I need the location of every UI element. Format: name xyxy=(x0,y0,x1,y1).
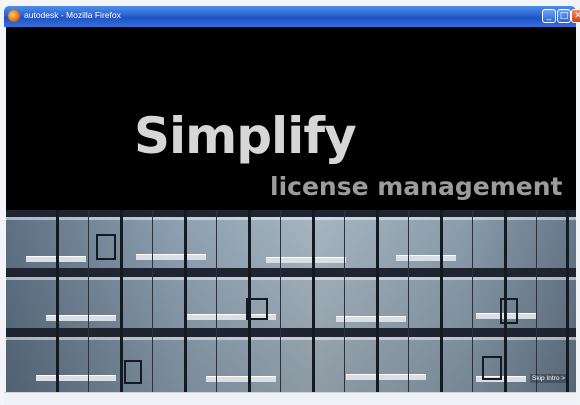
status-bar xyxy=(4,392,576,405)
maximize-button[interactable]: □ xyxy=(557,9,571,23)
hero-title: Simplify xyxy=(134,107,357,165)
window-title: autodesk - Mozilla Firefox xyxy=(24,10,121,20)
flash-intro[interactable]: Simplify license management xyxy=(6,27,576,392)
minimize-button[interactable]: _ xyxy=(542,9,556,23)
close-button[interactable]: ✕ xyxy=(571,9,580,23)
office-building-image xyxy=(6,210,576,392)
firefox-icon xyxy=(8,10,20,22)
browser-window: autodesk - Mozilla Firefox _ □ ✕ Simplif… xyxy=(0,0,580,405)
title-bar: autodesk - Mozilla Firefox _ □ ✕ xyxy=(4,6,580,27)
hero-subtitle: license management xyxy=(270,172,563,201)
skip-intro-link[interactable]: Skip Intro > xyxy=(530,374,568,383)
